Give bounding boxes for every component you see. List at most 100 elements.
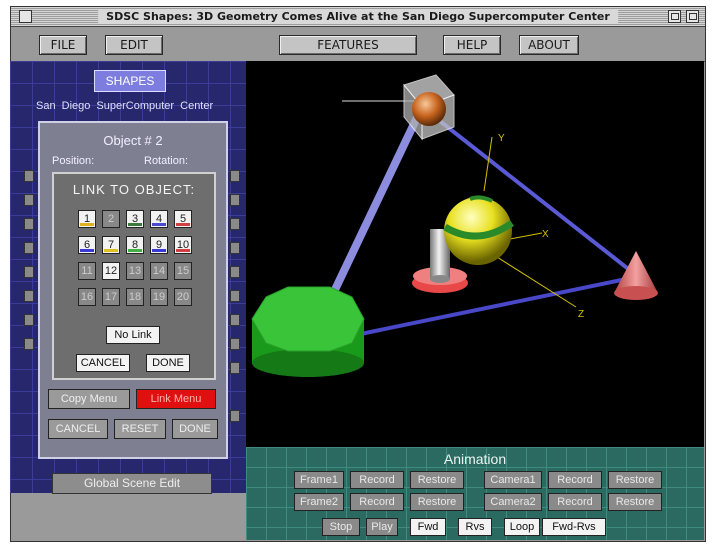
object-color-marker bbox=[80, 223, 94, 226]
link-object-20-button[interactable]: 20 bbox=[174, 288, 192, 306]
collapse-box[interactable] bbox=[686, 10, 699, 23]
fwd-button[interactable]: Fwd bbox=[410, 518, 446, 536]
shape-list-button[interactable] bbox=[230, 290, 240, 302]
shape-list-button[interactable] bbox=[230, 338, 240, 350]
link-object-label: 15 bbox=[176, 265, 190, 277]
shape-list-button[interactable] bbox=[230, 410, 240, 422]
link-object-label: 19 bbox=[152, 291, 166, 303]
shape-list-button[interactable] bbox=[24, 170, 34, 182]
stop-button[interactable]: Stop bbox=[322, 518, 360, 536]
frame2-button[interactable]: Frame2 bbox=[294, 493, 344, 511]
link-object-13-button[interactable]: 13 bbox=[126, 262, 144, 280]
object-color-marker bbox=[152, 223, 166, 226]
rvs-button[interactable]: Rvs bbox=[458, 518, 492, 536]
link-object-label: 16 bbox=[80, 291, 94, 303]
pedestal-object bbox=[412, 195, 515, 293]
x-axis-label: X bbox=[542, 229, 549, 240]
link-object-19-button[interactable]: 19 bbox=[150, 288, 168, 306]
y-axis-label: Y bbox=[498, 133, 505, 144]
fwd-rvs-button[interactable]: Fwd-Rvs bbox=[542, 518, 606, 536]
camera1-record-button[interactable]: Record bbox=[548, 471, 602, 489]
play-button[interactable]: Play bbox=[366, 518, 398, 536]
link-object-10-button[interactable]: 10 bbox=[174, 236, 192, 254]
shape-list-button[interactable] bbox=[24, 338, 34, 350]
about-menu-button[interactable]: ABOUT bbox=[519, 35, 579, 55]
cancel-button[interactable]: CANCEL bbox=[48, 419, 108, 439]
link-object-16-button[interactable]: 16 bbox=[78, 288, 96, 306]
link-object-3-button[interactable]: 3 bbox=[126, 210, 144, 228]
features-menu-button[interactable]: FEATURES bbox=[279, 35, 417, 55]
shape-list-button[interactable] bbox=[24, 218, 34, 230]
frame1-restore-button[interactable]: Restore bbox=[410, 471, 464, 489]
link-object-18-button[interactable]: 18 bbox=[126, 288, 144, 306]
done-button[interactable]: DONE bbox=[172, 419, 218, 439]
camera2-restore-button[interactable]: Restore bbox=[608, 493, 662, 511]
link-object-label: 2 bbox=[107, 213, 115, 225]
link-object-label: 12 bbox=[104, 265, 118, 277]
close-box[interactable] bbox=[19, 10, 32, 23]
link-object-label: 18 bbox=[128, 291, 142, 303]
shapes-button[interactable]: SHAPES bbox=[94, 70, 166, 92]
shape-list-button[interactable] bbox=[230, 242, 240, 254]
link-object-17-button[interactable]: 17 bbox=[102, 288, 120, 306]
link-object-2-button[interactable]: 2 bbox=[102, 210, 120, 228]
loop-button[interactable]: Loop bbox=[504, 518, 540, 536]
3d-viewport[interactable]: Y X Z bbox=[246, 61, 704, 447]
camera1-button[interactable]: Camera1 bbox=[484, 471, 542, 489]
shape-list-button[interactable] bbox=[24, 194, 34, 206]
shape-list-button[interactable] bbox=[24, 242, 34, 254]
sdsc-label: San Diego SuperComputer Center bbox=[36, 100, 214, 112]
shape-list-button[interactable] bbox=[24, 314, 34, 326]
zoom-box[interactable] bbox=[668, 10, 681, 23]
shape-list-button[interactable] bbox=[230, 218, 240, 230]
link-menu-button[interactable]: Link Menu bbox=[136, 389, 216, 409]
title-bar[interactable]: SDSC Shapes: 3D Geometry Comes Alive at … bbox=[11, 7, 705, 27]
file-menu-button[interactable]: FILE bbox=[39, 35, 87, 55]
copy-menu-button[interactable]: Copy Menu bbox=[48, 389, 130, 409]
axis-line bbox=[483, 136, 493, 192]
link-object-4-button[interactable]: 4 bbox=[150, 210, 168, 228]
link-object-1-button[interactable]: 1 bbox=[78, 210, 96, 228]
camera2-button[interactable]: Camera2 bbox=[484, 493, 542, 511]
frame1-record-button[interactable]: Record bbox=[350, 471, 404, 489]
link-cancel-button[interactable]: CANCEL bbox=[76, 354, 130, 372]
link-object-label: 11 bbox=[81, 265, 93, 277]
camera2-record-button[interactable]: Record bbox=[548, 493, 602, 511]
shape-list-button[interactable] bbox=[230, 314, 240, 326]
link-line bbox=[345, 275, 637, 339]
cylinder-object bbox=[251, 286, 365, 377]
shape-list-button[interactable] bbox=[24, 290, 34, 302]
link-object-9-button[interactable]: 9 bbox=[150, 236, 168, 254]
frame1-button[interactable]: Frame1 bbox=[294, 471, 344, 489]
link-object-15-button[interactable]: 15 bbox=[174, 262, 192, 280]
link-done-button[interactable]: DONE bbox=[146, 354, 190, 372]
frame2-restore-button[interactable]: Restore bbox=[410, 493, 464, 511]
help-menu-button[interactable]: HELP bbox=[443, 35, 501, 55]
link-object-label: 20 bbox=[176, 291, 190, 303]
shape-list-button[interactable] bbox=[24, 266, 34, 278]
shape-list-button[interactable] bbox=[230, 362, 240, 374]
camera1-restore-button[interactable]: Restore bbox=[608, 471, 662, 489]
reset-button[interactable]: RESET bbox=[114, 419, 166, 439]
link-object-7-button[interactable]: 7 bbox=[102, 236, 120, 254]
scene-graphics: Y X Z bbox=[251, 74, 658, 377]
link-object-5-button[interactable]: 5 bbox=[174, 210, 192, 228]
link-object-6-button[interactable]: 6 bbox=[78, 236, 96, 254]
link-object-11-button[interactable]: 11 bbox=[78, 262, 96, 280]
shape-list-button[interactable] bbox=[230, 194, 240, 206]
link-dialog-title: LINK TO OBJECT: bbox=[72, 182, 196, 197]
object-color-marker bbox=[176, 249, 190, 252]
global-scene-edit-button[interactable]: Global Scene Edit bbox=[52, 473, 212, 494]
no-link-button[interactable]: No Link bbox=[106, 326, 160, 344]
menu-bar: FILE EDIT FEATURES HELP ABOUT bbox=[11, 28, 705, 62]
link-object-8-button[interactable]: 8 bbox=[126, 236, 144, 254]
edit-menu-button[interactable]: EDIT bbox=[105, 35, 163, 55]
animation-panel: Animation Frame1 Record Restore Camera1 … bbox=[246, 447, 704, 540]
shape-list-button[interactable] bbox=[230, 266, 240, 278]
shape-list-button[interactable] bbox=[230, 170, 240, 182]
link-object-14-button[interactable]: 14 bbox=[150, 262, 168, 280]
z-axis-label: Z bbox=[578, 309, 584, 320]
link-object-12-button[interactable]: 12 bbox=[102, 262, 120, 280]
frame2-record-button[interactable]: Record bbox=[350, 493, 404, 511]
object-color-marker bbox=[80, 249, 94, 252]
